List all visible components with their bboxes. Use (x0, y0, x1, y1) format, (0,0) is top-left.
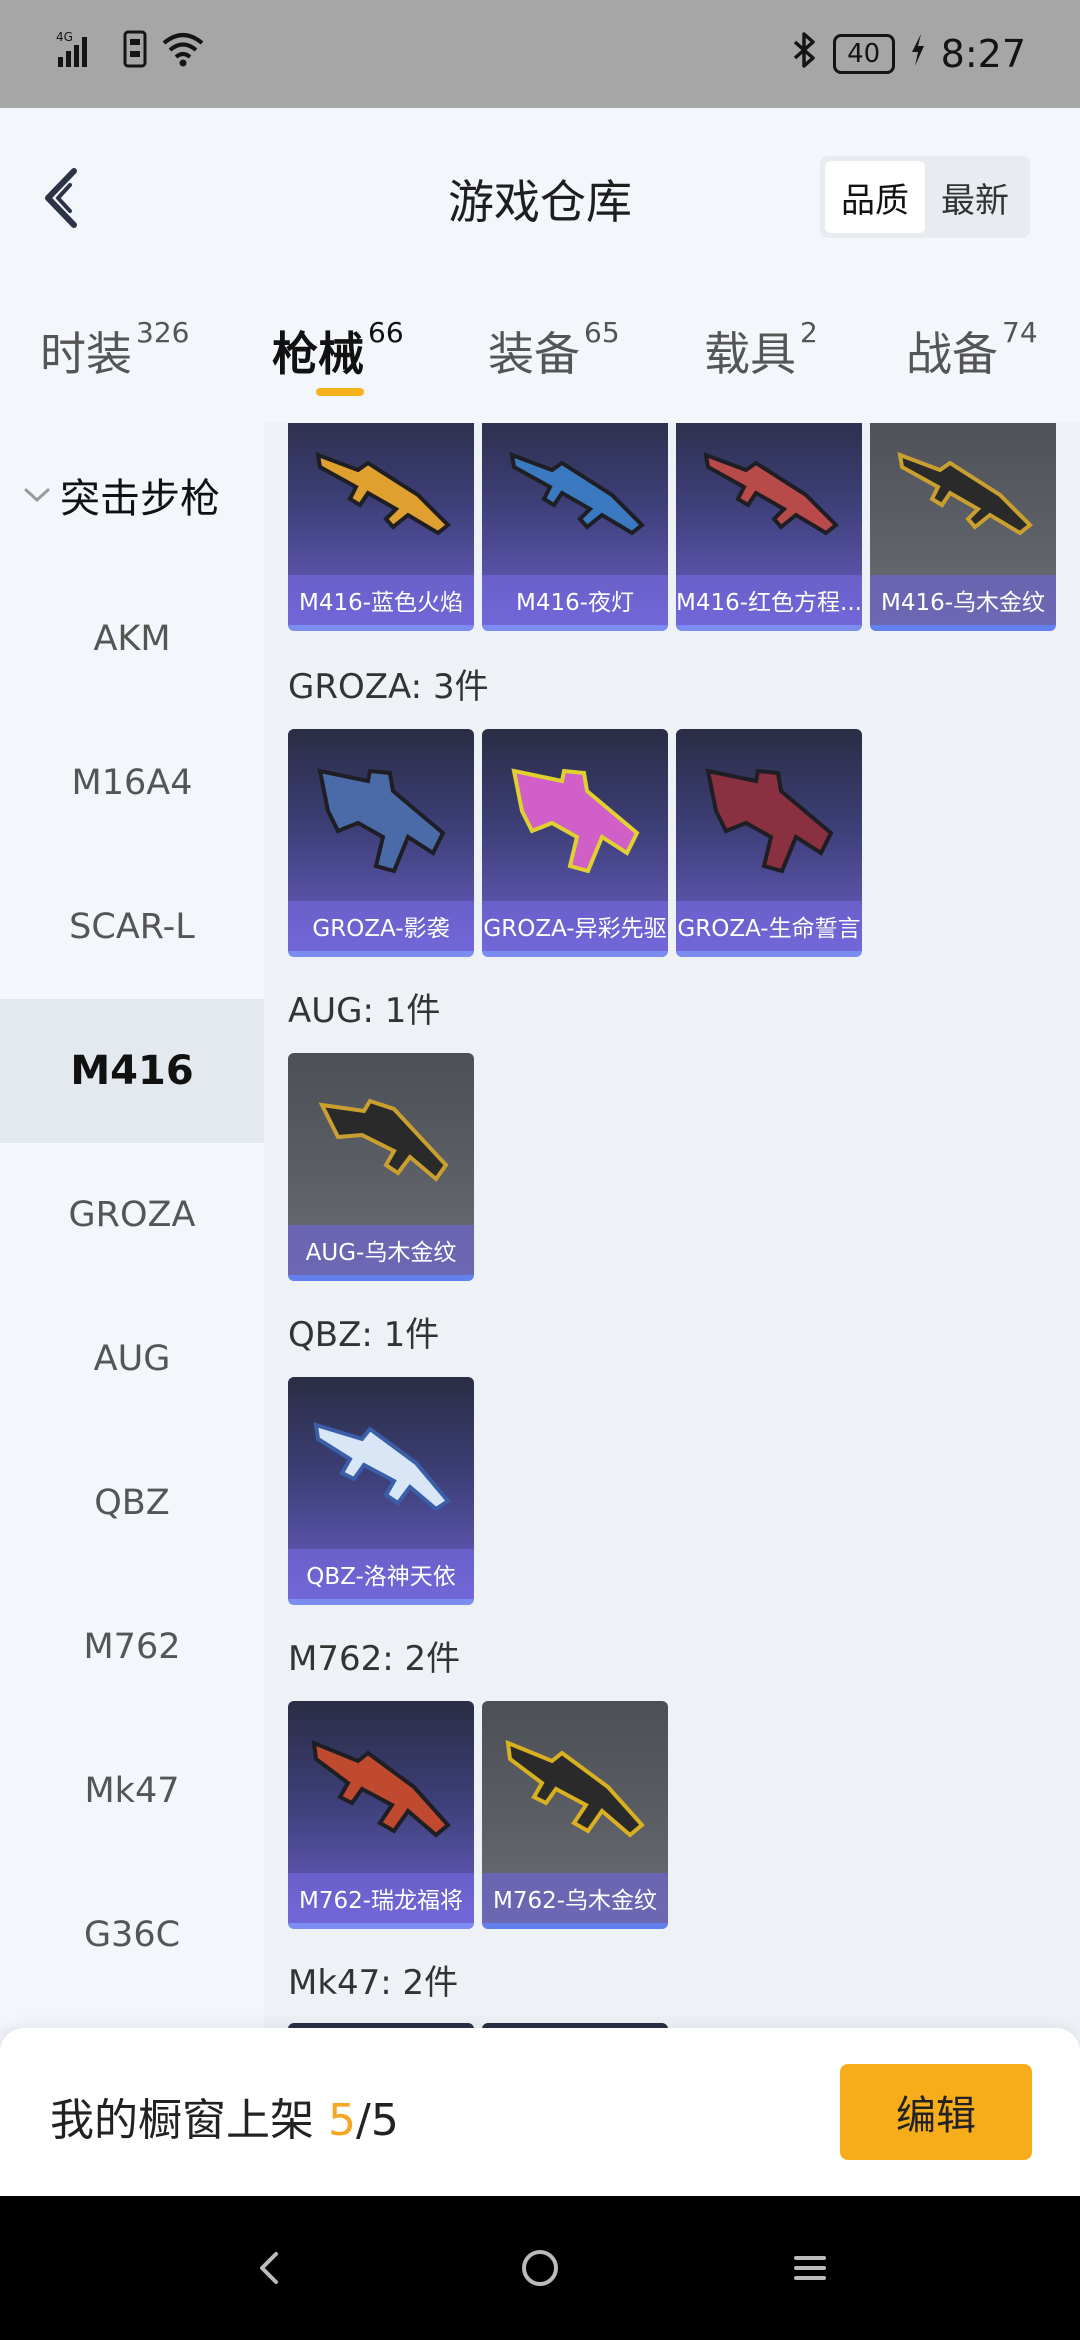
sort-newest-button[interactable]: 最新 (925, 161, 1025, 233)
rifle-icon (705, 768, 834, 874)
sidebar-item-m16a4[interactable]: M16A4 (0, 711, 264, 855)
skin-name: M762-乌木金纹 (482, 1873, 668, 1923)
group-title: GROZA: 3件 (288, 667, 489, 707)
skin-card[interactable]: AUG-乌木金纹 (288, 1053, 474, 1281)
sidebar-item-scar-l[interactable]: SCAR-L (0, 855, 264, 999)
skin-name: M762-瑞龙福将 (288, 1873, 474, 1923)
rifle-icon (315, 451, 451, 536)
sidebar-item-m416[interactable]: M416 (0, 999, 264, 1143)
group-title: AUG: 1件 (288, 991, 441, 1031)
skin-name: M416-夜灯 (482, 575, 668, 625)
tab-vehicles[interactable]: 载具 2 (704, 316, 818, 384)
tab-count: 2 (800, 316, 818, 349)
wifi-icon (160, 29, 206, 79)
skin-card[interactable]: GROZA-生命誓言 (676, 729, 862, 957)
chevron-down-icon (24, 488, 50, 503)
tab-equipment[interactable]: 装备 65 (488, 316, 620, 384)
showcase-total: /5 (356, 2095, 399, 2146)
tab-count: 74 (1002, 316, 1038, 349)
skin-card[interactable]: M762-瑞龙福将 (288, 1701, 474, 1929)
sidebar-category-label: 突击步枪 (60, 476, 220, 522)
skin-name: GROZA-生命誓言 (676, 901, 862, 951)
rifle-icon (511, 768, 640, 874)
nav-menu-button[interactable] (778, 2236, 842, 2300)
rifle-icon (505, 1739, 645, 1838)
sidebar-item-aug[interactable]: AUG (0, 1287, 264, 1431)
clock: 8:27 (940, 32, 1026, 76)
category-tabs: 时装 326 枪械 66 装备 65 载具 2 战备 74 (0, 278, 1080, 423)
skin-name: GROZA-异彩先驱 (482, 901, 668, 951)
status-bar: 4G 40 8:27 (0, 0, 1080, 108)
showcase-label: 我的橱窗上架 (50, 2095, 314, 2146)
tab-count: 65 (584, 316, 620, 349)
skin-name: GROZA-影袭 (288, 901, 474, 951)
skin-card[interactable]: GROZA-影袭 (288, 729, 474, 957)
sort-quality-button[interactable]: 品质 (825, 161, 925, 233)
network-type: 4G (56, 30, 73, 44)
tab-label: 装备 (488, 327, 580, 381)
charging-icon (909, 32, 927, 77)
sidebar-item-qbz[interactable]: QBZ (0, 1431, 264, 1575)
tab-label: 载具 (704, 327, 796, 381)
skin-list: M416-蓝色火焰 M416-夜灯 M416-红色方程... M416-乌木金纹… (264, 423, 1080, 2028)
showcase-bar: 我的橱窗上架 5/5 编辑 (0, 2028, 1080, 2196)
skin-card[interactable]: M416-红色方程... (676, 423, 862, 631)
sort-toggle: 品质 最新 (820, 156, 1030, 238)
rifle-icon (311, 1739, 451, 1838)
showcase-current: 5 (328, 2095, 356, 2146)
group-title: QBZ: 1件 (288, 1315, 440, 1355)
rifle-icon (313, 1422, 451, 1512)
system-nav-bar (0, 2196, 1080, 2340)
rifle-icon (897, 451, 1033, 536)
skin-card[interactable]: M762-乌木金纹 (482, 1701, 668, 1929)
tab-count: 66 (368, 316, 404, 349)
header: 游戏仓库 品质 最新 (0, 108, 1080, 278)
nav-home-button[interactable] (508, 2236, 572, 2300)
showcase-status: 我的橱窗上架 5/5 (50, 2084, 399, 2148)
home-circle-icon (522, 2250, 558, 2286)
sidebar-item-akm[interactable]: AKM (0, 567, 264, 711)
back-triangle-icon (260, 2252, 278, 2284)
skin-card[interactable]: M416-夜灯 (482, 423, 668, 631)
edit-button[interactable]: 编辑 (840, 2064, 1032, 2160)
sidebar-item-g36c[interactable]: G36C (0, 1863, 264, 2007)
skin-card[interactable]: QBZ-洛神天依 (288, 1377, 474, 1605)
rifle-icon (317, 768, 446, 874)
rifle-icon (318, 1098, 449, 1182)
sidebar-item-groza[interactable]: GROZA (0, 1143, 264, 1287)
skin-card[interactable]: GROZA-异彩先驱 (482, 729, 668, 957)
sim-icon (122, 29, 148, 79)
skin-name: AUG-乌木金纹 (288, 1225, 474, 1275)
skin-name: M416-红色方程... (676, 575, 862, 625)
tab-firearms[interactable]: 枪械 66 (272, 316, 404, 384)
tab-label: 战备 (906, 327, 998, 381)
sidebar-item-m762[interactable]: M762 (0, 1575, 264, 1719)
group-title: M762: 2件 (288, 1639, 461, 1679)
tab-fashion[interactable]: 时装 326 (40, 316, 190, 384)
tab-label: 时装 (40, 327, 132, 381)
tab-count: 326 (136, 316, 190, 349)
sidebar-item-mk47[interactable]: Mk47 (0, 1719, 264, 1863)
tab-label: 枪械 (272, 327, 364, 381)
bluetooth-icon (789, 30, 819, 79)
skin-name: QBZ-洛神天依 (288, 1549, 474, 1599)
rifle-icon (703, 451, 839, 536)
status-right: 40 8:27 (789, 30, 1026, 79)
status-left: 4G (56, 29, 206, 79)
skin-card[interactable]: M416-蓝色火焰 (288, 423, 474, 631)
active-tab-indicator (316, 388, 364, 396)
tab-supplies[interactable]: 战备 74 (906, 316, 1038, 384)
skin-name: M416-蓝色火焰 (288, 575, 474, 625)
signal-icon: 4G (56, 29, 110, 79)
group-title: Mk47: 2件 (288, 1963, 459, 2003)
sidebar-category-assault-rifles[interactable]: 突击步枪 (0, 423, 264, 567)
weapon-sidebar: 突击步枪 AKM M16A4 SCAR-L M416 GROZA AUG QBZ… (0, 423, 264, 2028)
battery-indicator: 40 (832, 34, 895, 74)
menu-icon (794, 2256, 826, 2280)
skin-name: M416-乌木金纹 (870, 575, 1056, 625)
rifle-icon (509, 451, 645, 536)
nav-back-button[interactable] (238, 2236, 302, 2300)
skin-card[interactable]: M416-乌木金纹 (870, 423, 1056, 631)
